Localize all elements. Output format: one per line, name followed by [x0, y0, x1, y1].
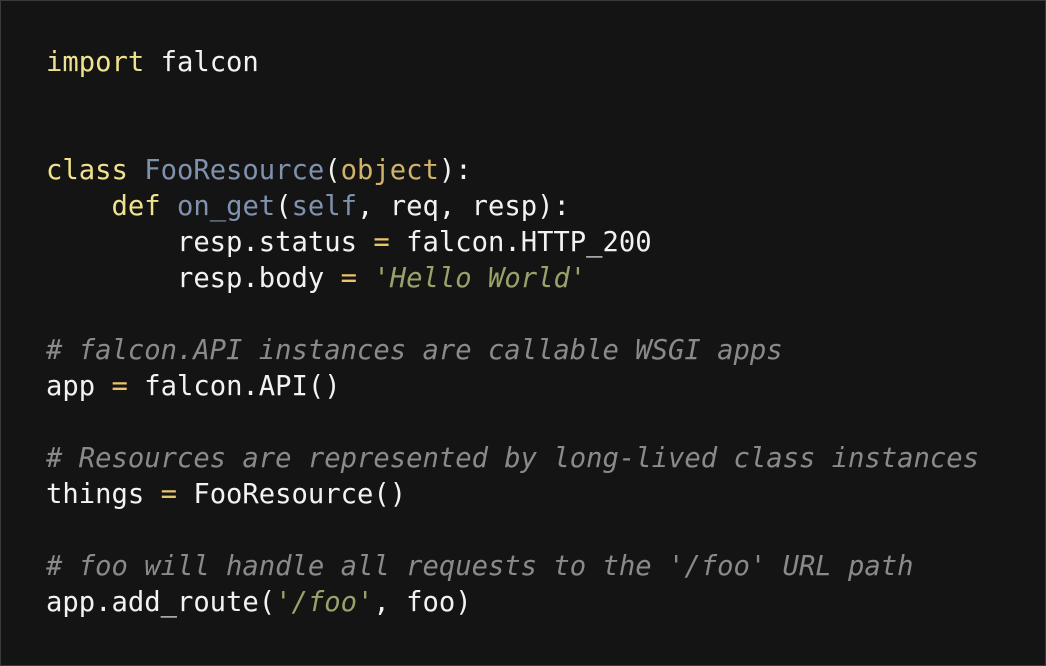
code-token-plain: ( [275, 191, 292, 222]
code-line: class FooResource(object): [46, 153, 979, 189]
code-line: app.add_route('/foo', foo) [46, 585, 979, 621]
code-token-keyword: def [111, 191, 161, 222]
code-line: things = FooResource() [46, 477, 979, 513]
code-line: resp.body = 'Hello World' [46, 261, 979, 297]
code-token-plain: , foo) [373, 587, 472, 618]
code-token-comment: # falcon.API instances are callable WSGI… [46, 335, 783, 366]
code-token-plain: resp.status [46, 227, 374, 258]
code-token-keyword: import [46, 47, 145, 78]
code-token-plain: ( [324, 155, 341, 186]
code-token-func: on_get [176, 191, 276, 222]
code-line: resp.status = falcon.HTTP_200 [46, 225, 979, 261]
code-token-comment: # foo will handle all requests to the '/… [46, 551, 914, 582]
code-token-op: = [160, 479, 177, 510]
code-token-plain: falcon.HTTP_200 [389, 227, 652, 258]
code-token-plain: falcon [144, 47, 259, 78]
code-block: import falcon class FooResource(object): … [46, 45, 979, 621]
code-token-op: = [373, 227, 390, 258]
code-token-plain: falcon.API() [127, 371, 341, 402]
code-token-plain: resp.body [46, 263, 341, 294]
code-line: import falcon [46, 45, 979, 81]
code-line: # foo will handle all requests to the '/… [46, 549, 979, 585]
code-token-classname: FooResource [144, 155, 325, 186]
code-token-comment: # Resources are represented by long-live… [46, 443, 979, 474]
code-line: app = falcon.API() [46, 369, 979, 405]
code-line: # falcon.API instances are callable WSGI… [46, 333, 979, 369]
code-line: # Resources are represented by long-live… [46, 441, 979, 477]
code-token-plain: , req, resp): [357, 191, 570, 222]
code-line: def on_get(self, req, resp): [46, 189, 979, 225]
code-token-plain: app.add_route( [46, 587, 276, 618]
code-token-plain: app [46, 371, 112, 402]
code-token-string: 'Hello World' [373, 263, 587, 294]
code-token-builtin: object [340, 155, 439, 186]
code-token-op: = [340, 263, 358, 294]
code-token-plain: ): [438, 155, 472, 186]
code-token-op: = [111, 371, 128, 402]
code-token-self: self [291, 191, 358, 222]
code-token-string: '/foo' [275, 587, 374, 618]
code-token-plain: things [46, 479, 161, 510]
code-token-plain: FooResource() [176, 479, 407, 510]
code-snippet-window: import falcon class FooResource(object): … [0, 0, 1046, 666]
code-token-keyword: class [46, 155, 128, 186]
